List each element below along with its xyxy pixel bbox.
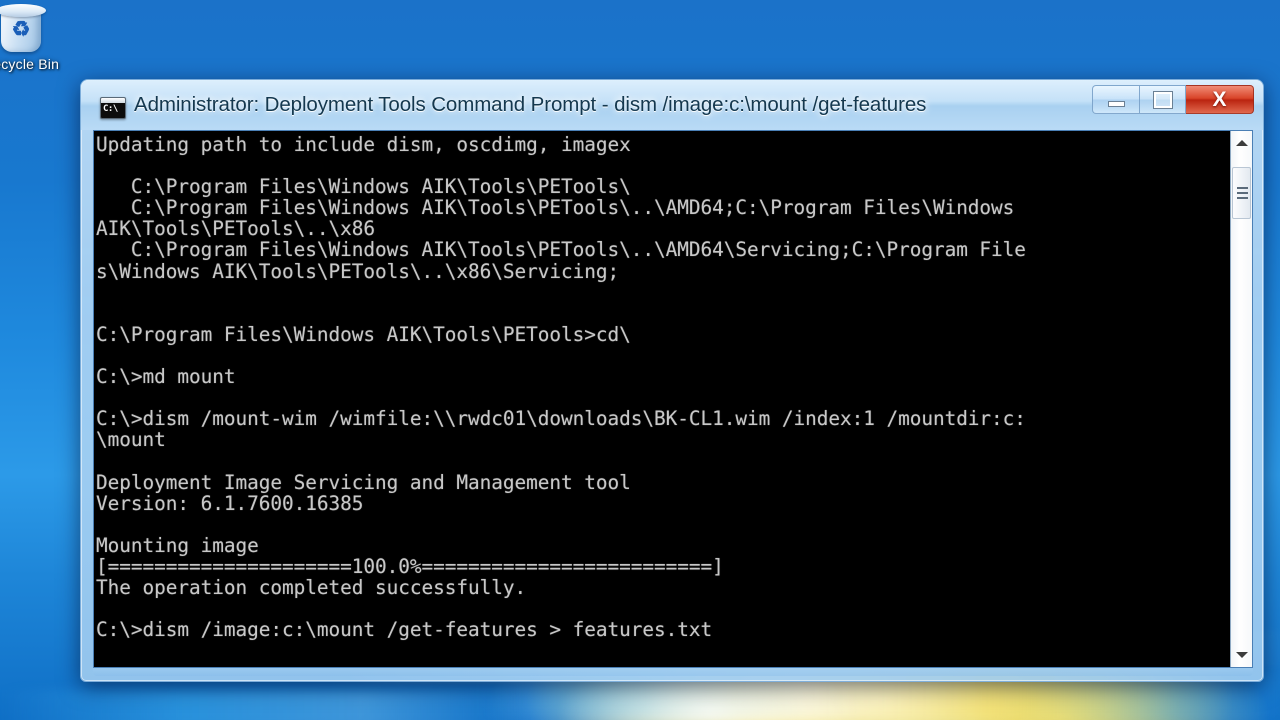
window-title-bar[interactable]: C:\ Administrator: Deployment Tools Comm… — [81, 80, 1263, 130]
scrollbar-grip-line — [1237, 192, 1248, 194]
scrollbar-thumb[interactable] — [1232, 167, 1251, 219]
console-client-area[interactable]: Updating path to include dism, oscdimg, … — [93, 130, 1253, 668]
console-output-text: Updating path to include dism, oscdimg, … — [96, 133, 1026, 642]
console-output-area[interactable]: Updating path to include dism, oscdimg, … — [94, 131, 1230, 667]
wallpaper-light-band-3 — [0, 690, 520, 720]
chevron-down-icon — [1235, 652, 1248, 658]
recycle-symbol-icon: ♻ — [11, 18, 31, 41]
close-button[interactable]: X — [1186, 85, 1254, 114]
desktop-icon-recycle-bin[interactable]: ♻ Recycle Bin — [0, 2, 76, 86]
maximize-button[interactable] — [1139, 85, 1186, 114]
scroll-down-button[interactable] — [1231, 645, 1252, 665]
recycle-bin-label: Recycle Bin — [0, 56, 60, 72]
window-title: Administrator: Deployment Tools Command … — [134, 93, 927, 116]
chevron-up-icon — [1235, 140, 1248, 146]
close-icon: X — [1212, 88, 1227, 111]
recycle-bin-icon: ♻ — [0, 2, 50, 54]
scrollbar-grip-line — [1237, 197, 1248, 199]
window-bottom-edge — [93, 668, 1253, 676]
minimize-button[interactable] — [1092, 85, 1139, 114]
minimize-icon — [1107, 101, 1125, 107]
scrollbar-grip-line — [1237, 187, 1248, 189]
window-controls: X — [1092, 85, 1254, 114]
icon-prompt-text: C:\ — [103, 104, 118, 114]
command-prompt-icon: C:\ — [100, 97, 126, 119]
desktop-background: ♻ Recycle Bin C:\ Administrator: Deploym… — [0, 0, 1280, 720]
maximize-icon — [1153, 91, 1172, 108]
command-prompt-window[interactable]: C:\ Administrator: Deployment Tools Comm… — [80, 79, 1264, 682]
scroll-up-button[interactable] — [1231, 133, 1252, 153]
vertical-scrollbar[interactable] — [1230, 131, 1252, 667]
